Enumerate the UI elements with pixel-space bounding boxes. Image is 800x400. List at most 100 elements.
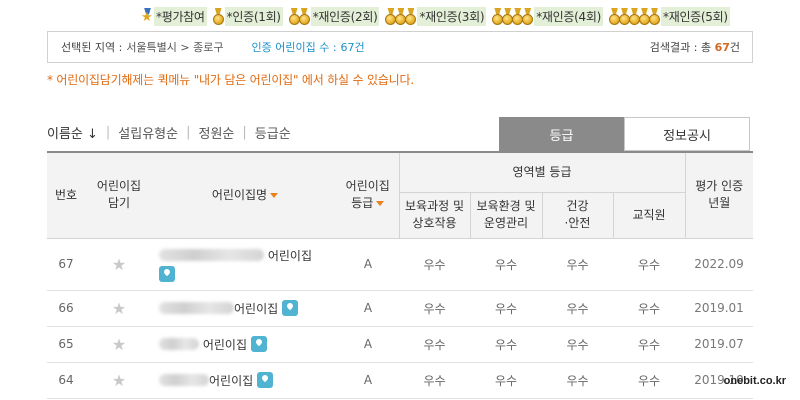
table-row: 66 ★ 어린이집 A 우수 우수 우수 우수 2019.01 — [47, 290, 753, 327]
legend-item-cert-1: *인증(1회) — [212, 6, 283, 26]
selected-region: 서울특별시 > 종로구 — [126, 41, 224, 54]
save-star-icon[interactable]: ★ — [112, 299, 126, 318]
header-area-staff: 교직원 — [612, 192, 685, 239]
sort-by-grade[interactable]: 등급순 — [255, 123, 291, 142]
grade-value: A — [337, 238, 399, 291]
search-result-count: 검색결과 : 총 67건 — [650, 39, 740, 55]
area-environment-value: 우수 — [470, 238, 542, 291]
certified-count: 67건 — [340, 41, 365, 54]
header-area-environment: 보육환경 및 운영관리 — [469, 192, 542, 239]
sort-divider: | — [105, 125, 111, 140]
cert-date-value: 2022.09 — [685, 238, 753, 291]
map-pin-icon[interactable] — [282, 300, 298, 316]
sort-triangle-icon — [376, 201, 385, 207]
row-number: 64 — [47, 362, 85, 399]
star-medal-icon — [141, 7, 153, 25]
row-number: 66 — [47, 290, 85, 327]
site-watermark: onebit.co.kr — [723, 375, 786, 387]
header-area-group: 영역별 등급 — [398, 151, 685, 193]
legend-label: *재인증(4회) — [534, 6, 603, 26]
gold-medal-icon — [212, 7, 224, 25]
gold-medal-icon — [298, 7, 310, 25]
table-row: 65 ★ 어린이집 A 우수 우수 우수 우수 2019.07 — [47, 326, 753, 363]
result-number: 67 — [714, 41, 730, 54]
certified-count-label: 인증 어린이집 수 : — [251, 41, 337, 54]
result-label: 검색결과 : 총 — [649, 41, 712, 54]
header-grade[interactable]: 어린이집 등급 — [337, 151, 399, 239]
sort-by-capacity[interactable]: 정원순 — [199, 123, 235, 142]
legend-label: *인증(1회) — [224, 6, 283, 26]
gold-medal-icon — [405, 7, 417, 25]
save-star-icon[interactable]: ★ — [112, 371, 126, 390]
unsave-notice: * 어린이집담기해제는 퀵메뉴 "내가 담은 어린이집" 에서 하실 수 있습니… — [47, 73, 414, 87]
daycare-name-cell: 어린이집 — [153, 290, 337, 327]
sort-by-type[interactable]: 설립유형순 — [118, 123, 178, 142]
row-number: 65 — [47, 326, 85, 363]
save-star-icon[interactable]: ★ — [112, 255, 126, 274]
area-curriculum-value: 우수 — [399, 362, 470, 399]
row-number: 67 — [47, 238, 85, 291]
area-health-value: 우수 — [542, 362, 613, 399]
map-pin-icon[interactable] — [257, 372, 273, 388]
area-staff-value: 우수 — [613, 362, 685, 399]
area-health-value: 우수 — [542, 290, 613, 327]
daycare-name-suffix[interactable]: 어린이집 — [203, 338, 247, 352]
legend-item-cert-2: *재인증(2회) — [288, 6, 380, 26]
daycare-name-suffix[interactable]: 어린이집 — [209, 374, 253, 388]
tab-grade[interactable]: 등급 — [499, 117, 624, 151]
legend-item-evaluation: *평가참여 — [141, 6, 207, 26]
daycare-name-cell: 어린이집 — [153, 362, 337, 399]
region-label: 선택된 지역 : — [61, 41, 123, 54]
save-star-icon[interactable]: ★ — [112, 335, 126, 354]
daycare-name-cell: 어린이집 — [153, 238, 337, 291]
grade-value: A — [337, 326, 399, 363]
map-pin-icon[interactable] — [159, 265, 175, 282]
sort-by-name[interactable]: 이름순 ↓ — [47, 123, 98, 142]
legend-item-cert-3: *재인증(3회) — [385, 6, 487, 26]
area-environment-value: 우수 — [470, 290, 542, 327]
tab-info-disclosure[interactable]: 정보공시 — [624, 117, 750, 151]
result-unit: 건 — [729, 41, 740, 54]
blurred-name — [159, 338, 199, 350]
legend-label: *재인증(2회) — [310, 6, 380, 26]
blurred-name — [159, 249, 264, 261]
header-no: 번호 — [47, 151, 85, 239]
blurred-name — [159, 302, 234, 314]
daycare-name-suffix[interactable]: 어린이집 — [268, 249, 312, 263]
header-cert-date: 평가 인증 년월 — [684, 151, 753, 239]
area-environment-value: 우수 — [470, 326, 542, 363]
certification-legend: *평가참여 *인증(1회) *재인증(2회) *재인증(3회) *재인증(4회) — [141, 4, 732, 28]
cert-date-value: 2019.01 — [685, 290, 753, 327]
area-staff-value: 우수 — [613, 290, 685, 327]
sort-triangle-icon — [270, 192, 279, 198]
header-save: 어린이집 담기 — [85, 151, 153, 239]
header-area-curriculum: 보육과정 및 상호작용 — [398, 192, 470, 239]
area-curriculum-value: 우수 — [399, 290, 470, 327]
sort-divider: | — [242, 125, 247, 140]
daycare-name-cell: 어린이집 — [153, 326, 337, 363]
gold-medal-icon — [649, 7, 660, 25]
sort-divider: | — [186, 125, 191, 140]
area-staff-value: 우수 — [613, 238, 685, 291]
daycare-results-table: 번호 어린이집 담기 어린이집명 어린이집 등급 영역별 등급 평가 인증 년월 보육… — [47, 151, 753, 399]
legend-label: *재인증(3회) — [417, 6, 487, 26]
area-curriculum-value: 우수 — [399, 238, 470, 291]
cert-date-value: 2019.07 — [685, 326, 753, 363]
search-filter-summary: 선택된 지역 : 서울특별시 > 종로구 인증 어린이집 수 : 67건 검색결… — [47, 31, 753, 63]
view-tabs: 등급 정보공시 — [499, 117, 750, 151]
legend-item-cert-4: *재인증(4회) — [492, 6, 603, 26]
legend-label: *재인증(5회) — [661, 6, 730, 26]
gold-medal-icon — [522, 7, 534, 25]
area-environment-value: 우수 — [470, 362, 542, 399]
grade-value: A — [337, 290, 399, 327]
grade-value: A — [337, 362, 399, 399]
map-pin-icon[interactable] — [250, 336, 267, 352]
area-health-value: 우수 — [542, 326, 613, 363]
table-row: 64 ★ 어린이집 A 우수 우수 우수 우수 2019.10 — [47, 362, 753, 399]
header-name[interactable]: 어린이집명 — [153, 151, 337, 239]
legend-item-cert-5: *재인증(5회) — [609, 6, 730, 26]
sort-options: 이름순 ↓ | 설립유형순 | 정원순 | 등급순 — [47, 123, 291, 142]
blurred-name — [159, 374, 209, 386]
legend-label: *평가참여 — [154, 6, 207, 26]
daycare-name-suffix[interactable]: 어린이집 — [234, 302, 278, 316]
